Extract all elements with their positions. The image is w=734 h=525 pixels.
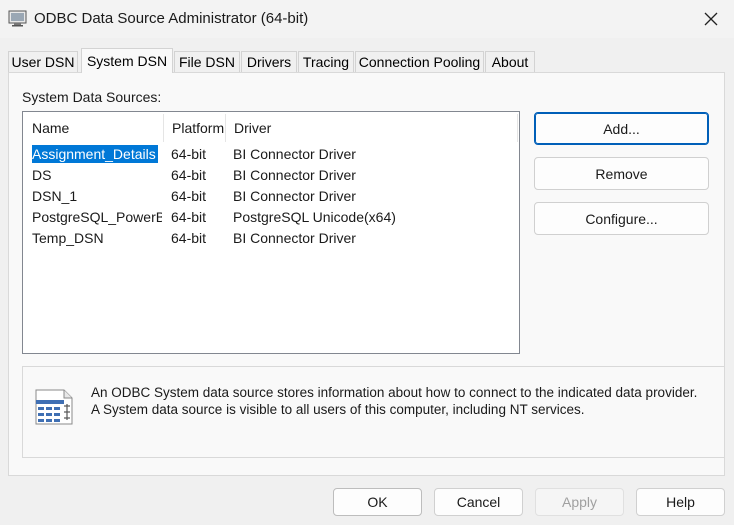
tab-tracing[interactable]: Tracing	[298, 51, 354, 72]
configure-button[interactable]: Configure...	[534, 202, 709, 235]
table-row[interactable]: Temp_DSN 64-bit BI Connector Driver	[23, 228, 519, 249]
info-text: An ODBC System data source stores inform…	[91, 384, 711, 418]
remove-button[interactable]: Remove	[534, 157, 709, 190]
dsn-platform: 64-bit	[171, 230, 207, 246]
tab-drivers[interactable]: Drivers	[241, 51, 297, 72]
info-line-2: A System data source is visible to all u…	[91, 402, 585, 417]
dsn-driver: BI Connector Driver	[233, 188, 356, 204]
list-header: Name Platform Driver	[23, 112, 519, 144]
odbc-admin-icon	[8, 10, 27, 27]
dsn-platform: 64-bit	[171, 188, 207, 204]
dsn-driver: PostgreSQL Unicode(x64)	[233, 209, 396, 225]
dsn-driver: BI Connector Driver	[233, 146, 356, 162]
column-header-driver[interactable]: Driver	[225, 112, 515, 144]
system-data-sources-label: System Data Sources:	[22, 89, 162, 105]
system-dsn-list[interactable]: Name Platform Driver Assignment_Details …	[22, 111, 520, 354]
cancel-button[interactable]: Cancel	[434, 488, 523, 516]
column-header-name[interactable]: Name	[23, 112, 163, 144]
dsn-platform: 64-bit	[171, 209, 207, 225]
column-separator[interactable]	[517, 114, 518, 142]
dsn-platform: 64-bit	[171, 167, 207, 183]
info-line-1: An ODBC System data source stores inform…	[91, 385, 698, 400]
dsn-driver: BI Connector Driver	[233, 230, 356, 246]
dsn-name: DSN_1	[32, 188, 78, 204]
ok-button[interactable]: OK	[333, 488, 422, 516]
dsn-name: Assignment_Details	[32, 144, 159, 164]
close-icon	[704, 12, 718, 26]
help-button[interactable]: Help	[636, 488, 725, 516]
window-title: ODBC Data Source Administrator (64-bit)	[34, 10, 309, 27]
data-source-icon	[35, 389, 73, 425]
tab-connection-pooling[interactable]: Connection Pooling	[355, 51, 484, 72]
tab-about[interactable]: About	[485, 51, 535, 72]
odbc-admin-window: ODBC Data Source Administrator (64-bit) …	[0, 0, 734, 525]
title-bar: ODBC Data Source Administrator (64-bit)	[0, 0, 734, 38]
apply-button[interactable]: Apply	[535, 488, 624, 516]
dsn-name: PostgreSQL_PowerBI	[32, 209, 162, 225]
tab-user-dsn[interactable]: User DSN	[8, 51, 78, 72]
column-header-platform[interactable]: Platform	[163, 112, 225, 144]
dsn-platform: 64-bit	[171, 146, 207, 162]
close-button[interactable]	[688, 0, 734, 38]
table-row[interactable]: DS 64-bit BI Connector Driver	[23, 165, 519, 186]
dsn-driver: BI Connector Driver	[233, 167, 356, 183]
dsn-name: Temp_DSN	[32, 230, 104, 246]
add-button[interactable]: Add...	[534, 112, 709, 145]
tab-file-dsn[interactable]: File DSN	[174, 51, 240, 72]
table-row[interactable]: PostgreSQL_PowerBI 64-bit PostgreSQL Uni…	[23, 207, 519, 228]
dsn-name: DS	[32, 167, 52, 183]
tab-system-dsn[interactable]: System DSN	[81, 48, 173, 73]
table-row[interactable]: DSN_1 64-bit BI Connector Driver	[23, 186, 519, 207]
table-row[interactable]: Assignment_Details 64-bit BI Connector D…	[23, 144, 519, 165]
